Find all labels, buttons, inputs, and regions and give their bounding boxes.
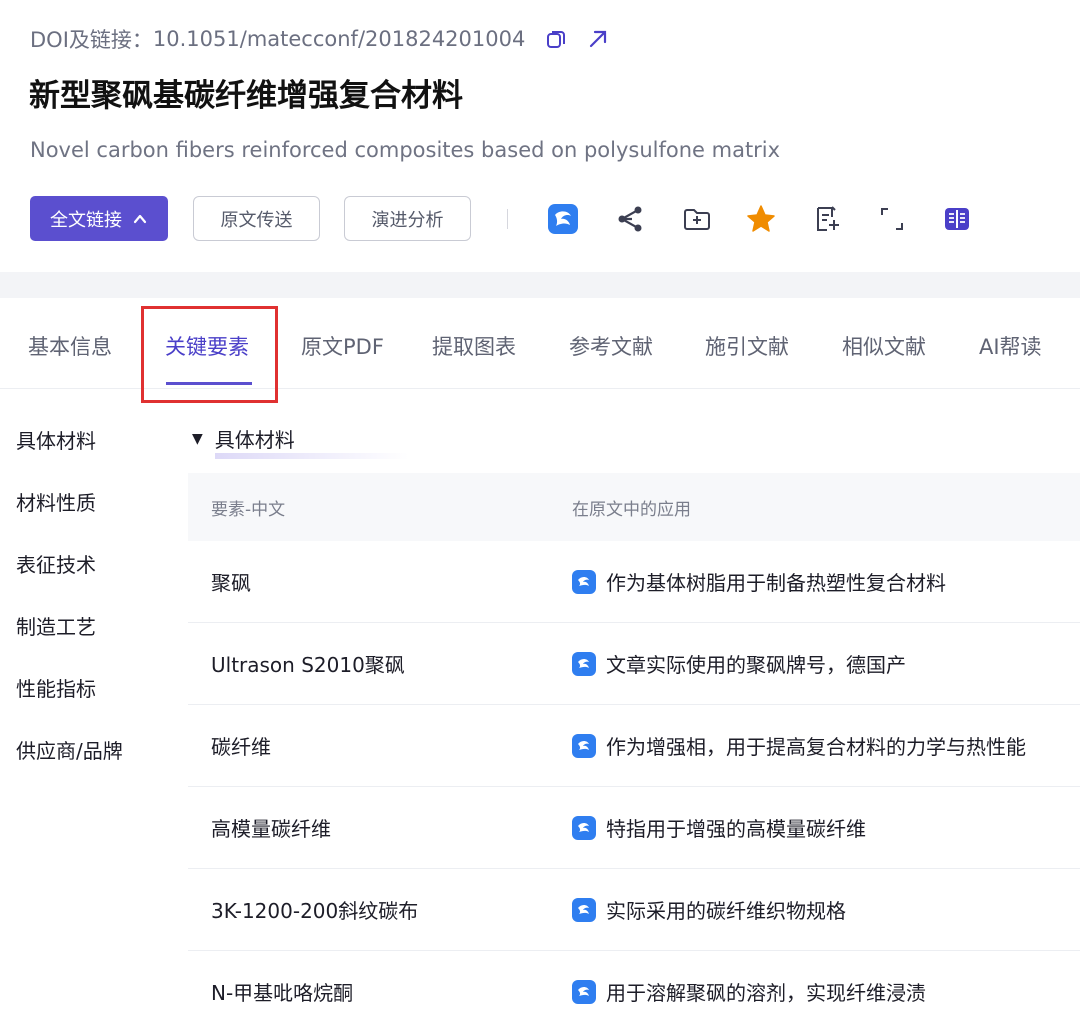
element-name: 3K-1200-200斜纹碳布 <box>211 899 419 923</box>
application-cell: 作为增强相，用于提高复合材料的力学与热性能 <box>572 731 1026 760</box>
doi-row: DOI及链接： 10.1051/matecconf/201824201004 <box>30 22 609 56</box>
ai-badge-icon <box>572 897 596 922</box>
element-name: Ultrason S2010聚砜 <box>211 653 405 677</box>
sidebar-item-characterization[interactable]: 表征技术 <box>16 549 96 578</box>
column-header-application: 在原文中的应用 <box>572 499 691 520</box>
application-cell: 作为基体树脂用于制备热塑性复合材料 <box>572 567 946 596</box>
application-text: 特指用于增强的高模量碳纤维 <box>606 817 866 841</box>
evolution-analysis-label: 演进分析 <box>371 209 444 231</box>
sidebar-item-manufacturing[interactable]: 制造工艺 <box>16 611 96 640</box>
ai-badge-icon <box>572 979 596 1004</box>
column-header-element: 要素-中文 <box>211 499 286 520</box>
reader-icon[interactable] <box>941 203 973 235</box>
copy-icon[interactable] <box>545 28 567 50</box>
section-header[interactable]: ▼ 具体材料 <box>192 424 409 459</box>
paper-title-en: Novel carbon fibers reinforced composite… <box>30 138 781 162</box>
tab-basic-info[interactable]: 基本信息 <box>28 331 112 361</box>
ai-badge-icon <box>572 651 596 676</box>
application-text: 作为基体树脂用于制备热塑性复合材料 <box>606 571 946 595</box>
action-buttons: 全文链接 原文传送 演进分析 <box>30 195 471 242</box>
tab-extract-figures[interactable]: 提取图表 <box>432 331 516 361</box>
tab-original-pdf[interactable]: 原文PDF <box>301 331 384 361</box>
tab-similar-papers[interactable]: 相似文献 <box>842 331 926 361</box>
section-title: 具体材料 <box>214 424 409 459</box>
application-text: 文章实际使用的聚砜牌号，德国产 <box>606 653 906 677</box>
note-icon[interactable] <box>811 203 843 235</box>
add-folder-icon[interactable] <box>681 203 713 235</box>
application-cell: 实际采用的碳纤维织物规格 <box>572 895 846 924</box>
tab-references[interactable]: 参考文献 <box>569 331 653 361</box>
sidebar-item-performance[interactable]: 性能指标 <box>16 673 96 702</box>
application-cell: 特指用于增强的高模量碳纤维 <box>572 813 866 842</box>
chevron-up-icon <box>133 214 147 223</box>
ai-badge-icon <box>572 569 596 594</box>
doi-link[interactable]: 10.1051/matecconf/201824201004 <box>153 27 525 51</box>
table-row: 3K-1200-200斜纹碳布 实际采用的碳纤维织物规格 <box>188 869 1080 951</box>
table-row: 碳纤维 作为增强相，用于提高复合材料的力学与热性能 <box>188 705 1080 787</box>
element-name: 高模量碳纤维 <box>211 817 331 841</box>
table-row: N-甲基吡咯烷酮 用于溶解聚砜的溶剂，实现纤维浸渍 <box>188 951 1080 1032</box>
application-text: 实际采用的碳纤维织物规格 <box>606 899 846 923</box>
sidebar-item-suppliers[interactable]: 供应商/品牌 <box>16 735 123 764</box>
star-icon[interactable] <box>745 203 777 235</box>
doi-label: DOI及链接： <box>30 28 153 52</box>
highlight-annotation-box <box>141 306 278 403</box>
application-text: 作为增强相，用于提高复合材料的力学与热性能 <box>606 735 1026 759</box>
application-cell: 文章实际使用的聚砜牌号，德国产 <box>572 649 906 678</box>
table-header: 要素-中文 在原文中的应用 <box>188 473 1080 541</box>
section-separator <box>0 272 1080 298</box>
element-name: N-甲基吡咯烷酮 <box>211 981 354 1005</box>
caret-down-icon: ▼ <box>192 430 203 447</box>
table-row: 高模量碳纤维 特指用于增强的高模量碳纤维 <box>188 787 1080 869</box>
fulltext-link-label: 全文链接 <box>50 209 122 231</box>
element-name: 聚砜 <box>211 571 251 595</box>
element-name: 碳纤维 <box>211 735 271 759</box>
share-icon[interactable] <box>615 203 647 235</box>
original-delivery-label: 原文传送 <box>220 209 293 231</box>
table-row: 聚砜 作为基体树脂用于制备热塑性复合材料 <box>188 541 1080 623</box>
application-text: 用于溶解聚砜的溶剂，实现纤维浸渍 <box>606 981 926 1005</box>
toolbar-divider <box>507 209 508 229</box>
tab-citing-papers[interactable]: 施引文献 <box>705 331 789 361</box>
fulltext-link-button[interactable]: 全文链接 <box>30 196 168 241</box>
sidebar-item-materials[interactable]: 具体材料 <box>16 425 96 454</box>
external-link-icon[interactable] <box>587 28 609 50</box>
paper-title-cn: 新型聚砜基碳纤维增强复合材料 <box>29 78 463 114</box>
ai-badge-icon <box>572 815 596 840</box>
application-cell: 用于溶解聚砜的溶剂，实现纤维浸渍 <box>572 977 926 1006</box>
sidebar-item-properties[interactable]: 材料性质 <box>16 487 96 516</box>
elements-table: 要素-中文 在原文中的应用 聚砜 作为基体树脂用于制备热塑性复合材料 Ultra… <box>188 473 1080 1032</box>
ai-badge-icon <box>572 733 596 758</box>
tab-ai-reading[interactable]: AI帮读 <box>979 331 1042 361</box>
table-row: Ultrason S2010聚砜 文章实际使用的聚砜牌号，德国产 <box>188 623 1080 705</box>
ai-assistant-icon[interactable] <box>547 203 579 235</box>
original-delivery-button[interactable]: 原文传送 <box>193 196 320 241</box>
fullscreen-icon[interactable] <box>876 203 908 235</box>
evolution-analysis-button[interactable]: 演进分析 <box>344 196 471 241</box>
